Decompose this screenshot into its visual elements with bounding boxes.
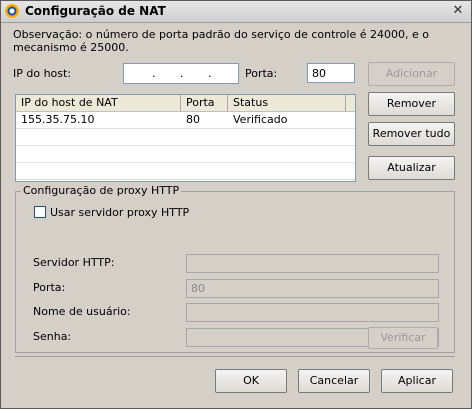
verify-button[interactable]: Verificar [368, 327, 438, 349]
http-server-label: Servidor HTTP: [33, 256, 115, 269]
use-proxy-label[interactable]: Usar servidor proxy HTTP [50, 206, 189, 219]
apply-button[interactable]: Aplicar [381, 369, 453, 393]
refresh-button[interactable]: Atualizar [368, 156, 455, 180]
window-title: Configuração de NAT [25, 4, 166, 18]
column-header-status[interactable]: Status [228, 95, 346, 111]
username-label: Nome de usuário: [33, 305, 131, 318]
host-ip-label: IP do host: [13, 67, 72, 80]
cancel-button[interactable]: Cancelar [298, 369, 370, 393]
table-header: IP do host de NAT Porta Status [16, 95, 355, 112]
port-note: Observação: o número de porta padrão do … [13, 28, 429, 54]
title-bar[interactable]: Configuração de NAT ✕ [1, 1, 471, 23]
proxy-group-title: Configuração de proxy HTTP [21, 184, 182, 197]
cell-port: 80 [186, 113, 200, 126]
remove-button[interactable]: Remover [368, 92, 455, 116]
nat-config-dialog: Configuração de NAT ✕ Observação: o núme… [0, 0, 472, 409]
host-port-input[interactable]: 80 [307, 63, 355, 83]
table-row [16, 129, 355, 146]
proxy-port-input[interactable]: 80 [186, 279, 439, 298]
nat-host-table: IP do host de NAT Porta Status 155.35.75… [15, 94, 356, 182]
password-label: Senha: [33, 330, 72, 343]
add-button[interactable]: Adicionar [368, 62, 455, 86]
separator [15, 356, 455, 357]
ip-dot: . [208, 67, 212, 80]
proxy-port-label: Porta: [33, 281, 66, 294]
username-input[interactable] [186, 303, 439, 322]
use-proxy-checkbox[interactable] [34, 206, 46, 218]
host-ip-input[interactable]: . . . [123, 63, 239, 84]
ip-dot: . [180, 67, 184, 80]
column-header-ip[interactable]: IP do host de NAT [16, 95, 181, 111]
http-server-input[interactable] [186, 254, 439, 273]
table-row [16, 163, 355, 180]
ip-dot: . [152, 67, 156, 80]
host-port-label: Porta: [245, 67, 278, 80]
cell-ip: 155.35.75.10 [21, 113, 95, 126]
close-icon[interactable]: ✕ [450, 3, 466, 19]
ok-button[interactable]: OK [215, 369, 287, 393]
app-icon [5, 4, 19, 18]
remove-all-button[interactable]: Remover tudo [368, 122, 455, 146]
table-row[interactable]: 155.35.75.10 80 Verificado [16, 112, 355, 129]
column-header-port[interactable]: Porta [181, 95, 228, 111]
table-row [16, 146, 355, 163]
cell-status: Verificado [233, 113, 288, 126]
